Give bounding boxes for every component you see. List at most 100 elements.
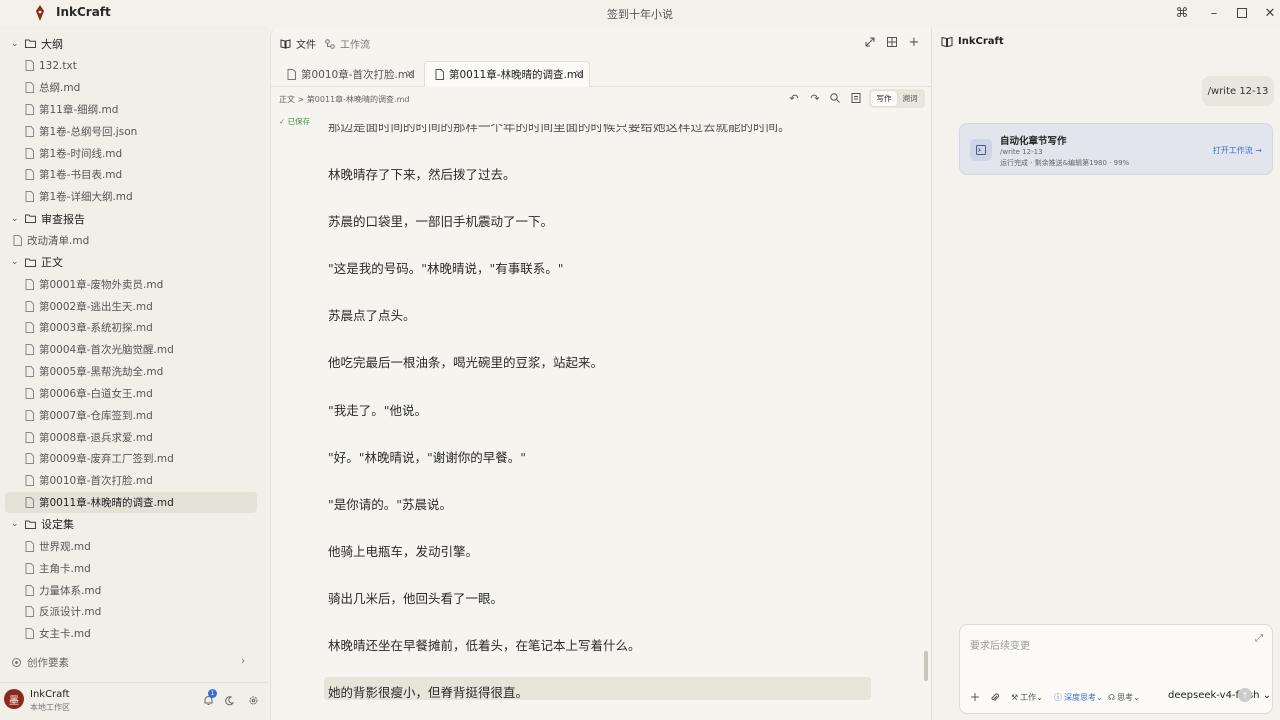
paragraph[interactable]: 他骑上电瓶车，发动引擎。 <box>328 541 478 560</box>
expand-composer-icon[interactable]: ⤢ <box>1255 633 1263 644</box>
paragraph[interactable]: 苏晨点了点头。 <box>328 305 416 324</box>
tab-files-label: 文件 <box>296 40 316 51</box>
close-tab-icon[interactable]: ✕ <box>575 69 583 80</box>
moon-icon[interactable] <box>223 693 237 707</box>
tree-file[interactable]: 力量体系.md <box>0 579 268 601</box>
chevron-down-icon[interactable]: ⌄ <box>11 39 21 49</box>
chevron-down-icon[interactable]: ⌄ <box>11 214 21 224</box>
paragraph[interactable]: 林晚晴存了下来，然后拨了过去。 <box>328 164 516 183</box>
tree-file[interactable]: 第1卷-书目表.md <box>0 164 268 186</box>
attachment-icon[interactable] <box>990 691 999 703</box>
doc-tab-0011[interactable]: 第0011章-林晚晴的调查.md ✕ <box>424 61 590 87</box>
tab-workflow[interactable]: 工作流 <box>325 36 370 51</box>
file-icon <box>435 69 444 80</box>
tree-file[interactable]: 主角卡.md <box>0 557 268 579</box>
gear-icon[interactable] <box>246 693 260 707</box>
tree-folder[interactable]: ⌄ 大纲 <box>0 33 268 55</box>
preview-mode-button[interactable]: 溯词 <box>897 91 923 106</box>
document-icon[interactable] <box>848 90 864 106</box>
chevron-down-icon[interactable]: ⌄ <box>11 519 21 529</box>
doc-tab-label: 第0010章-首次打脸.md <box>301 68 415 81</box>
tree-file[interactable]: 女主卡.md <box>0 623 268 645</box>
document-content[interactable]: 那边是面时间的时间的那样一个年的时间里面的时候只要给她这样过去就能的时间。 林晚… <box>271 124 923 720</box>
undo-icon[interactable]: ↶ <box>786 90 802 106</box>
maximize-button[interactable] <box>1232 3 1252 23</box>
book-icon <box>941 36 953 48</box>
paragraph[interactable]: "这是我的号码。"林晚晴说，"有事联系。" <box>328 258 564 277</box>
paragraph[interactable]: 林晚晴还坐在早餐摊前，低着头，在笔记本上写着什么。 <box>328 635 641 654</box>
doc-tab-0010[interactable]: 第0010章-首次打脸.md ✕ <box>277 61 420 87</box>
file-icon <box>25 322 34 334</box>
open-workflow-link[interactable]: 打开工作流 → <box>1213 145 1262 156</box>
file-sidebar: ⌄ 大纲 132.txt 总纲.md 第11章-细纲.md 第1卷-总纲号回.json 第1… <box>0 26 268 720</box>
tree-item-label: 正文 <box>41 256 63 270</box>
tree-file[interactable]: 第1卷-时间线.md <box>0 142 268 164</box>
tree-file[interactable]: 反派设计.md <box>0 601 268 623</box>
tree-item-label: 第1卷-总纲号回.json <box>39 125 138 138</box>
tree-file[interactable]: 第1卷-总纲号回.json <box>0 120 268 142</box>
tree-file[interactable]: 改动清单.md <box>0 230 268 252</box>
paragraph[interactable]: 他吃完最后一根油条，喝光碗里的豆浆，站起来。 <box>328 352 603 371</box>
file-icon <box>25 169 34 181</box>
paragraph[interactable]: 她的背影很瘦小，但脊背挺得很直。 <box>328 682 528 701</box>
tree-file[interactable]: 第0011章-林晚晴的调查.md <box>0 491 268 514</box>
paragraph[interactable]: 苏晨的口袋里，一部旧手机震动了一下。 <box>328 211 553 230</box>
new-tab-button[interactable]: + <box>907 35 921 50</box>
tree-item-label: 第0006章-白道女王.md <box>39 387 153 400</box>
tree-file[interactable]: 第0001章-废物外卖员.md <box>0 273 268 295</box>
file-icon <box>25 387 34 399</box>
tree-item-label: 第0010章-首次打脸.md <box>39 475 153 488</box>
model-selector[interactable]: deepseek-v4-flash ⌄ <box>1168 690 1271 701</box>
tree-file[interactable]: 第0010章-首次打脸.md <box>0 470 268 492</box>
tree-folder[interactable]: ⌄ 审查报告 <box>0 208 268 230</box>
tree-folder[interactable]: ⌄ 设定集 <box>0 514 268 536</box>
file-icon <box>25 82 34 94</box>
tree-file[interactable]: 世界观.md <box>0 535 268 557</box>
chat-input[interactable]: 要求后续变更 <box>970 637 1030 652</box>
search-icon[interactable] <box>827 90 843 106</box>
tree-file[interactable]: 第0003章-系统初探.md <box>0 317 268 339</box>
expand-icon[interactable] <box>863 35 877 49</box>
tab-files[interactable]: 文件 <box>280 36 316 51</box>
split-view-icon[interactable] <box>885 35 899 49</box>
add-icon[interactable]: + <box>970 690 980 704</box>
tree-item-label: 第0004章-首次光脑觉醒.md <box>39 344 174 357</box>
creative-elements-section[interactable]: 创作要素 › <box>0 652 268 672</box>
tree-file[interactable]: 第0007章-仓库签到.md <box>0 404 268 426</box>
tree-file[interactable]: 132.txt <box>0 55 268 77</box>
paragraph[interactable]: 骑出几米后，他回头看了一眼。 <box>328 588 503 607</box>
tree-file[interactable]: 第0002章-逃出生天.md <box>0 295 268 317</box>
tree-file[interactable]: 第0004章-首次光脑觉醒.md <box>0 339 268 361</box>
paragraph[interactable]: "好。"林晚晴说，"谢谢你的早餐。" <box>328 447 526 466</box>
avatar[interactable]: 墨 <box>4 689 24 709</box>
command-icon[interactable]: ⌘ <box>1172 3 1192 23</box>
tree-folder[interactable]: ⌄ 正文 <box>0 251 268 273</box>
workflow-status: 运行完成 · 剩余推送&编辑第1980 · 99% <box>1000 159 1130 167</box>
close-tab-icon[interactable]: ✕ <box>406 69 414 80</box>
tree-file[interactable]: 第0006章-白道女王.md <box>0 383 268 405</box>
redo-icon[interactable]: ↷ <box>807 90 823 106</box>
tree-file[interactable]: 第0009章-废弃工厂签到.md <box>0 448 268 470</box>
close-window-button[interactable]: ✕ <box>1260 3 1280 23</box>
folder-icon <box>25 39 36 49</box>
write-mode-button[interactable]: 写作 <box>871 91 897 106</box>
tree-file[interactable]: 第11章-细纲.md <box>0 99 268 121</box>
send-button[interactable]: ↑ <box>1238 688 1252 702</box>
work-mode-selector[interactable]: ⚒ 工作 ⌄ <box>1011 691 1043 703</box>
deep-think-toggle[interactable]: ⓘ 深度思考 ⌄ <box>1054 691 1103 703</box>
editor-scrollbar[interactable] <box>924 651 928 681</box>
paragraph[interactable]: "我走了。"他说。 <box>328 400 427 419</box>
editor-top-tabs: 文件 工作流 + <box>271 28 933 56</box>
thinking-selector[interactable]: ☊ 思考 ⌄ <box>1108 691 1140 703</box>
chevron-down-icon[interactable]: ⌄ <box>11 257 21 267</box>
tree-file[interactable]: 第0005章-黑帮洗劫全.md <box>0 361 268 383</box>
document-tabs: 第0010章-首次打脸.md ✕ 第0011章-林晚晴的调查.md ✕ <box>271 61 933 87</box>
minimize-button[interactable]: – <box>1204 3 1224 23</box>
tree-file[interactable]: 第1卷-详细大纲.md <box>0 186 268 208</box>
tree-file[interactable]: 总纲.md <box>0 77 268 99</box>
tree-file[interactable]: 第0008章-退兵求爱.md <box>0 426 268 448</box>
tree-item-label: 第0008章-退兵求爱.md <box>39 431 153 444</box>
paragraph[interactable]: "是你请的。"苏晨说。 <box>328 494 452 513</box>
tree-item-label: 第0002章-逃出生天.md <box>39 300 153 313</box>
tree-item-label: 第0011章-林晚晴的调查.md <box>39 497 174 510</box>
